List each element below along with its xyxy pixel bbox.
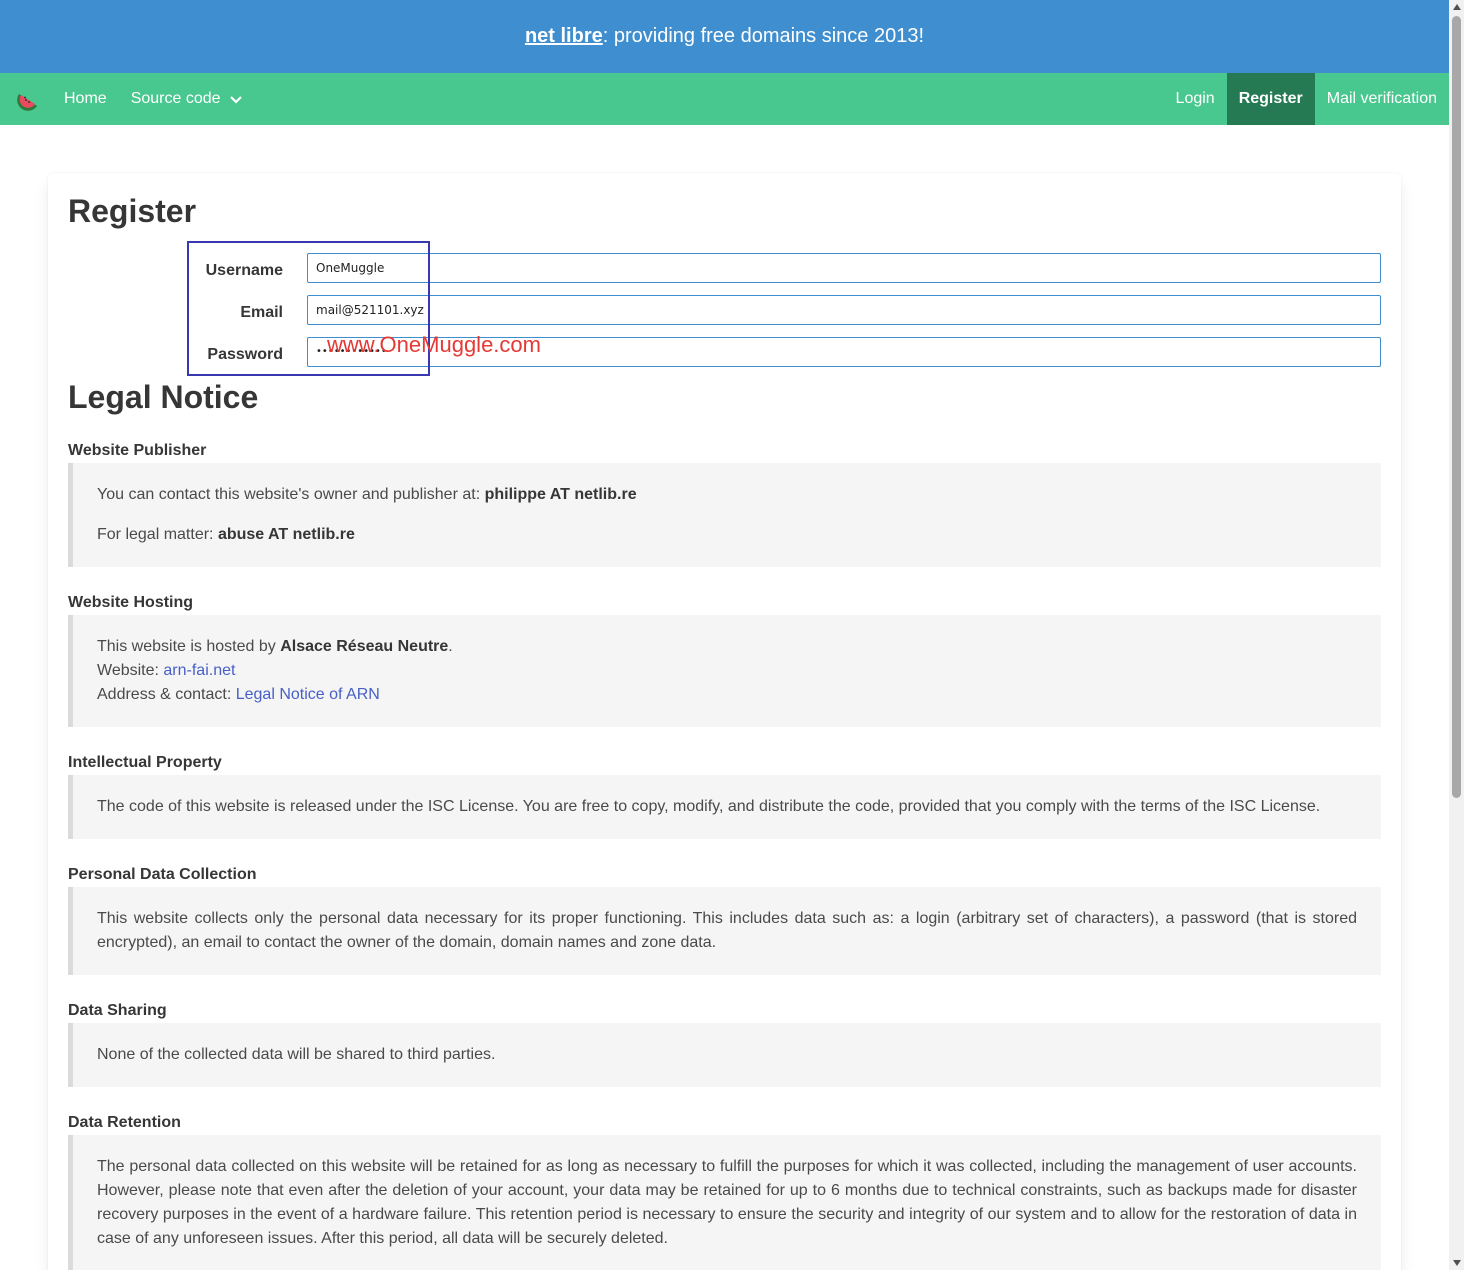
username-input[interactable]: OneMuggle: [307, 253, 1381, 283]
data-sharing-title: Data Sharing: [68, 1002, 167, 1019]
publisher-line-1: You can contact this website's owner and…: [97, 483, 1357, 507]
nav-register[interactable]: Register: [1226, 73, 1315, 125]
abuse-contact: abuse AT netlib.re: [217, 526, 355, 543]
publisher-line1-prefix: You can contact this website's owner and…: [97, 486, 485, 503]
nav-source-code[interactable]: Source code: [119, 73, 255, 125]
hosting-line-1: This website is hosted by Alsace Réseau …: [97, 635, 1357, 659]
hosting-prefix: This website is hosted by: [97, 638, 281, 655]
data-retention-block: The personal data collected on this webs…: [68, 1135, 1381, 1270]
scroll-thumb[interactable]: [1452, 16, 1461, 798]
navbar: Home Source code Login Register Mail ver…: [0, 73, 1449, 125]
publisher-contact: philippe AT netlib.re: [484, 486, 637, 503]
data-collection-title: Personal Data Collection: [68, 866, 257, 883]
nav-mail-verification[interactable]: Mail verification: [1315, 73, 1449, 125]
address-label: Address & contact:: [97, 686, 236, 703]
ip-text: The code of this website is released und…: [97, 798, 1321, 815]
data-sharing-text: None of the collected data will be share…: [97, 1046, 496, 1063]
publisher-line2-prefix: For legal matter:: [97, 526, 218, 543]
scroll-down-arrow-icon[interactable]: [1452, 1260, 1461, 1266]
arn-website-link[interactable]: arn-fai.net: [163, 662, 235, 679]
hosting-line-3: Address & contact: Legal Notice of ARN: [97, 683, 1357, 707]
watermark-text: www.OneMuggle.com: [327, 332, 541, 357]
legal-notice-title: Legal Notice: [68, 379, 259, 415]
email-input[interactable]: mail@521101.xyz: [307, 295, 1381, 325]
register-title: Register: [68, 193, 197, 229]
publisher-block: You can contact this website's owner and…: [68, 463, 1381, 567]
watermelon-logo-icon[interactable]: [0, 73, 52, 125]
chevron-down-icon: [229, 96, 242, 104]
data-retention-text: The personal data collected on this webs…: [97, 1158, 1357, 1247]
password-label: Password: [207, 346, 283, 363]
ip-block: The code of this website is released und…: [68, 775, 1381, 839]
username-label: Username: [205, 262, 283, 279]
publisher-title: Website Publisher: [68, 442, 207, 459]
banner-tagline: : providing free domains since 2013!: [602, 25, 925, 47]
data-retention-title: Data Retention: [68, 1114, 181, 1131]
hosting-title: Website Hosting: [68, 594, 194, 611]
website-label: Website:: [97, 662, 164, 679]
data-collection-text: This website collects only the personal …: [97, 910, 1357, 951]
brand-link[interactable]: net libre: [525, 25, 603, 48]
hosting-suffix: .: [448, 638, 453, 655]
page-scrollbar[interactable]: [1449, 0, 1464, 1270]
host-name: Alsace Réseau Neutre: [280, 638, 449, 655]
nav-source-code-label: Source code: [130, 90, 221, 107]
email-label: Email: [240, 304, 283, 321]
hosting-block: This website is hosted by Alsace Réseau …: [68, 615, 1381, 727]
nav-login[interactable]: Login: [1164, 73, 1227, 125]
publisher-line-2: For legal matter: abuse AT netlib.re: [97, 523, 1357, 547]
data-sharing-block: None of the collected data will be share…: [68, 1023, 1381, 1087]
top-banner: net libre: providing free domains since …: [0, 0, 1449, 73]
scroll-up-arrow-icon[interactable]: [1452, 4, 1461, 10]
arn-legal-notice-link[interactable]: Legal Notice of ARN: [236, 686, 380, 703]
nav-home[interactable]: Home: [52, 73, 119, 125]
hosting-line-2: Website: arn-fai.net: [97, 659, 1357, 683]
data-collection-block: This website collects only the personal …: [68, 887, 1381, 975]
ip-title: Intellectual Property: [68, 754, 222, 771]
